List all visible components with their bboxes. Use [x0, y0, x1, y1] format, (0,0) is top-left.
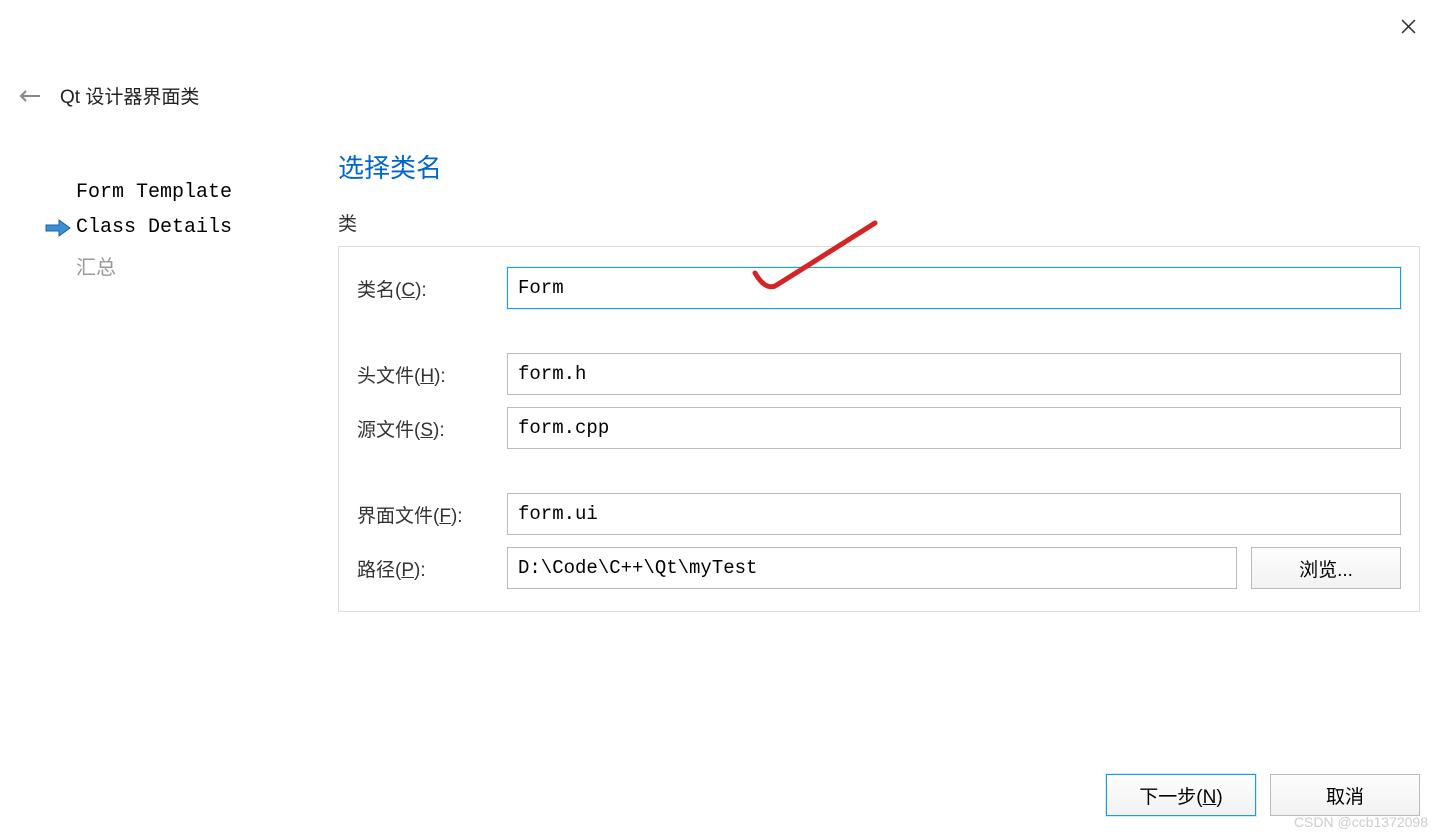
sidebar-item-label: 汇总 [76, 251, 116, 281]
sidebar-item-form-template[interactable]: Form Template [40, 175, 300, 210]
path-input[interactable] [507, 547, 1237, 589]
close-icon [1401, 19, 1416, 34]
arrow-right-icon [40, 219, 76, 237]
header-file-input[interactable] [507, 353, 1401, 395]
sidebar-item-label: Class Details [76, 216, 232, 239]
next-button[interactable]: 下一步(N) [1106, 774, 1256, 816]
row-ui-file: 界面文件(F): [357, 493, 1401, 535]
label-source-file: 源文件(S): [357, 415, 507, 442]
source-file-input[interactable] [507, 407, 1401, 449]
main-panel: 选择类名 类 类名(C): 头文件(H): 源文件(S): 界面文件(F): [338, 148, 1420, 754]
close-button[interactable] [1396, 14, 1420, 38]
wizard-header: Qt 设计器界面类 [18, 82, 199, 109]
row-class-name: 类名(C): [357, 267, 1401, 309]
arrow-left-icon [19, 89, 41, 103]
row-header-file: 头文件(H): [357, 353, 1401, 395]
ui-file-input[interactable] [507, 493, 1401, 535]
page-title: 选择类名 [338, 148, 1420, 185]
cancel-button[interactable]: 取消 [1270, 774, 1420, 816]
class-name-input[interactable] [507, 267, 1401, 309]
sidebar-item-class-details[interactable]: Class Details [40, 210, 300, 245]
row-source-file: 源文件(S): [357, 407, 1401, 449]
back-button[interactable] [18, 84, 42, 108]
browse-button[interactable]: 浏览... [1251, 547, 1401, 589]
sidebar-item-summary[interactable]: 汇总 [40, 245, 300, 287]
label-header-file: 头文件(H): [357, 361, 507, 388]
wizard-title: Qt 设计器界面类 [60, 82, 199, 109]
wizard-sidebar: Form Template Class Details 汇总 [40, 175, 300, 287]
label-class-name: 类名(C): [357, 275, 507, 302]
row-path: 路径(P): 浏览... [357, 547, 1401, 589]
watermark: CSDN @ccb1372098 [1294, 814, 1428, 830]
wizard-footer: 下一步(N) 取消 [1106, 774, 1420, 816]
label-ui-file: 界面文件(F): [357, 501, 507, 528]
label-path: 路径(P): [357, 555, 507, 582]
sidebar-item-label: Form Template [76, 181, 232, 204]
section-label: 类 [338, 209, 1420, 236]
class-fieldset: 类名(C): 头文件(H): 源文件(S): 界面文件(F): 路径(P): [338, 246, 1420, 612]
